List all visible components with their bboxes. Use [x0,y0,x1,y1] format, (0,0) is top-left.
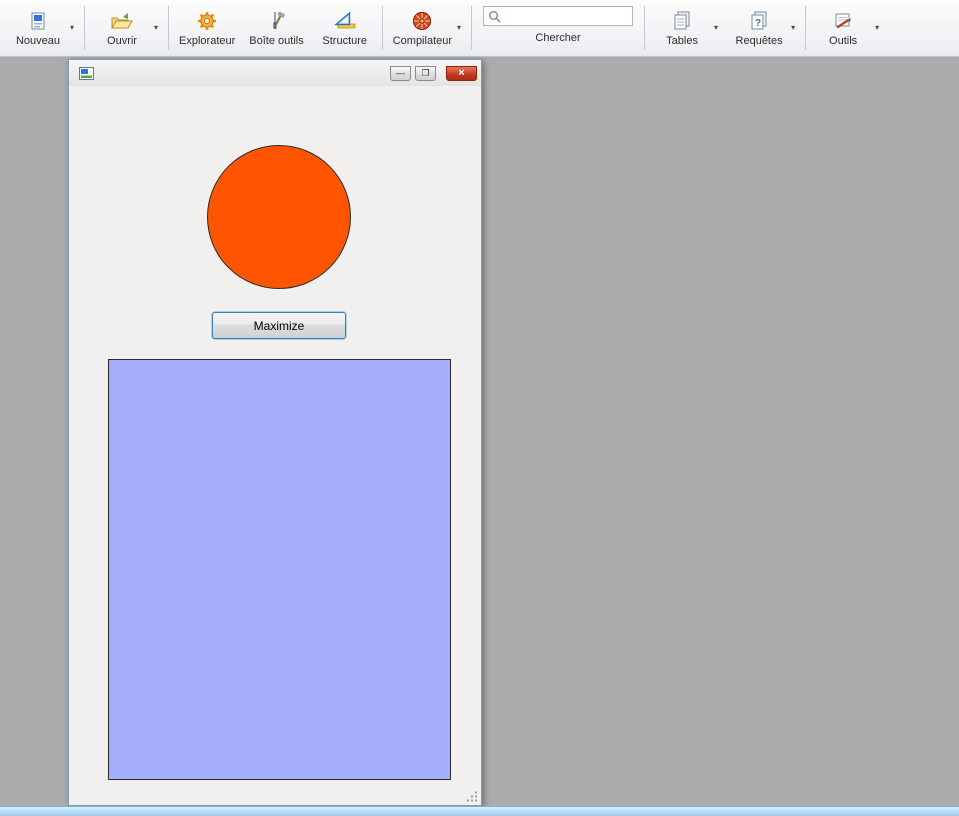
document-pen-icon [833,10,853,32]
toolbar-separator [382,6,383,50]
set-square-icon [334,10,356,32]
main-toolbar: Nouveau ▾ Ouvrir ▾ Explorateur Boîte out… [0,0,959,57]
toolbar-item-label: Compilateur [393,35,452,47]
toolbar-separator [84,6,85,50]
close-button[interactable]: × [446,66,477,81]
resize-grip-icon[interactable] [466,791,478,803]
svg-text:?: ? [755,18,761,29]
toolbar-item-requetes[interactable]: ? Requêtes ▾ [725,0,802,56]
toolbar-separator [471,6,472,50]
toolbar-item-compilateur[interactable]: Compilateur ▾ [386,0,468,56]
window-icon [79,67,94,80]
search-label: Chercher [535,32,580,44]
toolbar-item-boite-outils[interactable]: Boîte outils [242,0,310,56]
toolbar-item-outils[interactable]: Outils ▾ [809,0,886,56]
search-input[interactable] [504,9,628,23]
toolbar-separator [168,6,169,50]
form-window: — ❐ × Maximize [68,59,482,806]
toolbar-item-structure[interactable]: Structure [311,0,379,56]
toolbar-separator [644,6,645,50]
documents-icon [672,10,692,32]
desktop-area: { "app": { "background_color": "#ababab"… [0,0,959,816]
toolbar-item-label: Tables [666,35,698,47]
chevron-down-icon[interactable]: ▾ [791,24,795,32]
taskbar-strip [0,806,959,816]
toolbar-item-nouveau[interactable]: Nouveau ▾ [4,0,81,56]
chevron-down-icon[interactable]: ▾ [70,24,74,32]
compass-icon [412,10,432,32]
documents-question-icon: ? [749,10,769,32]
toolbar-item-label: Ouvrir [107,35,137,47]
open-folder-icon [111,10,133,32]
ellipse-shape [207,145,351,289]
toolbar-separator [805,6,806,50]
minimize-button[interactable]: — [390,66,411,81]
toolbar-item-tables[interactable]: Tables ▾ [648,0,725,56]
toolbar-item-ouvrir[interactable]: Ouvrir ▾ [88,0,165,56]
chevron-down-icon[interactable]: ▾ [875,24,879,32]
maximize-button[interactable]: Maximize [212,312,346,339]
toolbar-item-label: Nouveau [16,35,60,47]
toolbar-item-label: Outils [829,35,857,47]
toolbar-item-label: Boîte outils [249,35,303,47]
new-document-icon [29,10,47,32]
search-box[interactable] [483,6,633,26]
toolbar-search-group: Chercher [475,0,641,56]
toolbar-item-label: Structure [322,35,367,47]
window-controls: — ❐ × [390,62,477,81]
toolbar-item-explorateur[interactable]: Explorateur [172,0,242,56]
maximize-window-button[interactable]: ❐ [415,66,436,81]
rectangle-shape [108,359,451,780]
tools-icon [267,10,287,32]
chevron-down-icon[interactable]: ▾ [457,24,461,32]
toolbar-item-label: Requêtes [736,35,783,47]
window-titlebar[interactable]: — ❐ × [69,60,481,86]
chevron-down-icon[interactable]: ▾ [714,24,718,32]
chevron-down-icon[interactable]: ▾ [154,24,158,32]
toolbar-item-label: Explorateur [179,35,235,47]
search-icon [488,10,501,23]
gear-icon [197,10,217,32]
